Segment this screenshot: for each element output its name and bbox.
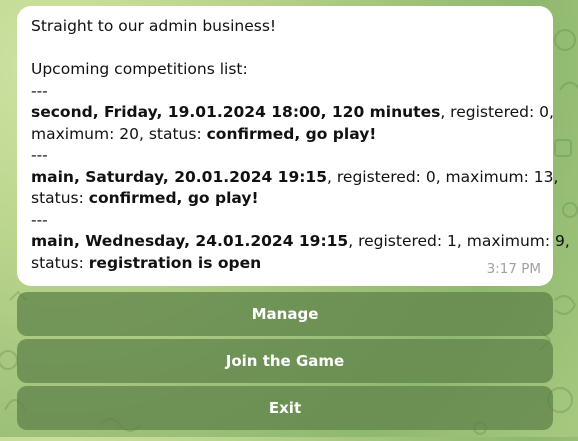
competition-registered: , registered: 1, maximum: 9, (348, 232, 570, 250)
list-title: Upcoming competitions list: (31, 60, 248, 78)
greeting-text: Straight to our admin business! (31, 17, 277, 35)
competition-status-prefix: status: (31, 189, 89, 207)
competition-item: main, Wednesday, 24.01.2024 19:15, regis… (31, 231, 570, 253)
message-time: 3:17 PM (486, 260, 541, 277)
join-game-button-label: Join the Game (225, 352, 345, 370)
competition-item: main, Saturday, 20.01.2024 19:15, regist… (31, 167, 558, 189)
competition-status-line: maximum: 20, status: confirmed, go play! (31, 124, 539, 146)
competition-item: second, Friday, 19.01.2024 18:00, 120 mi… (31, 102, 554, 124)
exit-button[interactable]: Exit (17, 386, 553, 430)
manage-button-label: Manage (251, 305, 319, 323)
competition-status: confirmed, go play! (88, 189, 259, 207)
message-bubble: Straight to our admin business! Upcoming… (17, 6, 570, 286)
competition-status-line: status: registration is open (31, 253, 539, 275)
competition-title: main, Saturday, 20.01.2024 19:15 (31, 167, 328, 186)
competition-title: second, Friday, 19.01.2024 18:00, 120 mi… (31, 103, 441, 121)
separator: --- (31, 210, 48, 229)
separator: --- (31, 146, 48, 164)
separator: --- (31, 81, 48, 100)
competition-status: confirmed, go play! (206, 124, 377, 143)
exit-button-label: Exit (268, 399, 302, 417)
join-game-button[interactable]: Join the Game (17, 339, 553, 383)
competition-status-prefix: status: (31, 253, 89, 272)
competition-status: registration is open (88, 253, 262, 272)
competition-registered: , registered: 0, (440, 103, 554, 121)
manage-button[interactable]: Manage (17, 292, 553, 336)
competition-title: main, Wednesday, 24.01.2024 19:15 (31, 232, 349, 250)
competition-status-line: status: confirmed, go play! (31, 188, 539, 210)
competition-registered: , registered: 0, maximum: 13, (327, 167, 559, 186)
competition-status-prefix: maximum: 20, status: (31, 124, 207, 143)
